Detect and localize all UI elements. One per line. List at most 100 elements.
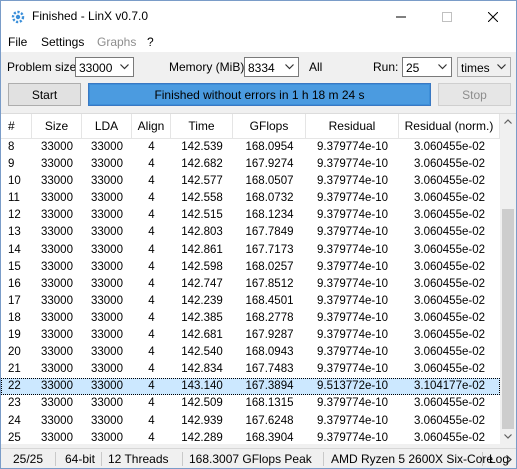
- table-row[interactable]: 20 33000 33000 4 142.540 168.0943 9.379774e-10…: [1, 344, 500, 361]
- chevron-down-icon: [120, 64, 129, 70]
- table-cell: 167.9287: [245, 329, 294, 342]
- title-bar: Finished - LinX v0.7.0: [1, 1, 516, 32]
- table-cell: 9.379774e-10: [317, 397, 388, 410]
- vertical-scrollbar[interactable]: [500, 114, 516, 444]
- close-button[interactable]: [470, 1, 516, 32]
- table-cell: 19: [8, 329, 21, 342]
- stop-button[interactable]: Stop: [438, 83, 511, 106]
- table-cell: 22: [8, 380, 21, 393]
- table-cell: 3.060455e-02: [414, 260, 485, 273]
- table-cell: 168.0954: [245, 141, 294, 153]
- table-row[interactable]: 25 33000 33000 4 142.289 168.3904 9.379774e-10…: [1, 430, 500, 444]
- table-cell: 9.379774e-10: [317, 329, 388, 342]
- table-cell: 33000: [41, 329, 73, 342]
- table-cell: 4: [148, 414, 155, 427]
- table-row[interactable]: 9 33000 33000 4 142.682 167.9274 9.379774e-10 3…: [1, 156, 500, 173]
- table-cell: 8: [8, 141, 15, 153]
- table-cell: 9.379774e-10: [317, 209, 388, 222]
- memory-select[interactable]: 8334: [244, 57, 299, 77]
- table-row[interactable]: 21 33000 33000 4 142.834 167.7483 9.379774e-10…: [1, 361, 500, 378]
- table-cell: 33000: [41, 260, 73, 273]
- linx-window: Finished - LinX v0.7.0 File Settings Gra…: [0, 0, 517, 469]
- progress-bar: Finished without errors in 1 h 18 m 24 s: [88, 83, 431, 106]
- column-header[interactable]: Time: [171, 114, 233, 138]
- chevron-right-icon[interactable]: [506, 455, 512, 464]
- table-cell: 4: [148, 294, 155, 307]
- table-cell: 9.379774e-10: [317, 260, 388, 273]
- run-unit-select[interactable]: times: [457, 57, 511, 77]
- status-text: Finished without errors in 1 h 18 m 24 s: [154, 87, 365, 102]
- table-row[interactable]: 14 33000 33000 4 142.861 167.7173 9.379774e-10…: [1, 242, 500, 259]
- table-row[interactable]: 22 33000 33000 4 143.140 167.3894 9.513772e-10…: [1, 378, 500, 396]
- cpu-name: AMD Ryzen 5 2600X Six-Core: [331, 452, 494, 466]
- menu-file[interactable]: File: [8, 35, 27, 49]
- scroll-up-icon[interactable]: [504, 119, 512, 124]
- table-cell: 33000: [41, 192, 73, 205]
- table-cell: 3.060455e-02: [414, 226, 485, 239]
- table-row[interactable]: 15 33000 33000 4 142.598 168.0257 9.379774e-10…: [1, 259, 500, 276]
- table-cell: 33000: [41, 243, 73, 256]
- table-cell: 3.060455e-02: [414, 311, 485, 324]
- table-cell: 142.515: [181, 209, 223, 222]
- gear-icon: [11, 10, 25, 24]
- table-row[interactable]: 19 33000 33000 4 142.681 167.9287 9.379774e-10…: [1, 327, 500, 344]
- table-cell: 15: [8, 260, 21, 273]
- table-row[interactable]: 12 33000 33000 4 142.515 168.1234 9.379774e-10…: [1, 207, 500, 224]
- column-header[interactable]: Size: [32, 114, 82, 138]
- all-memory-link[interactable]: All: [309, 60, 322, 74]
- column-header[interactable]: Residual (norm.): [399, 114, 500, 138]
- menu-graphs[interactable]: Graphs: [97, 35, 136, 49]
- table-cell: 16: [8, 277, 21, 290]
- table-cell: 9.379774e-10: [317, 192, 388, 205]
- column-header[interactable]: Residual: [306, 114, 399, 138]
- table-cell: 9.379774e-10: [317, 158, 388, 171]
- table-row[interactable]: 17 33000 33000 4 142.239 168.4501 9.379774e-10…: [1, 293, 500, 310]
- table-cell: 25: [8, 431, 21, 444]
- column-header[interactable]: Align: [132, 114, 171, 138]
- column-header[interactable]: #: [1, 114, 32, 138]
- table-row[interactable]: 16 33000 33000 4 142.747 167.8512 9.379774e-10…: [1, 276, 500, 293]
- column-header[interactable]: GFlops: [233, 114, 306, 138]
- table-row[interactable]: 23 33000 33000 4 142.509 168.1315 9.379774e-10…: [1, 395, 500, 412]
- table-cell: 3.060455e-02: [414, 431, 485, 444]
- table-row[interactable]: 24 33000 33000 4 142.939 167.6248 9.379774e-10…: [1, 413, 500, 430]
- table-cell: 24: [8, 414, 21, 427]
- chevron-down-icon: [497, 64, 506, 70]
- table-cell: 33000: [91, 209, 123, 222]
- table-cell: 33000: [41, 311, 73, 324]
- table-cell: 33000: [91, 363, 123, 376]
- table-cell: 3.104177e-02: [414, 380, 485, 393]
- scroll-thumb[interactable]: [502, 209, 514, 429]
- table-row[interactable]: 10 33000 33000 4 142.577 168.0507 9.379774e-10…: [1, 173, 500, 190]
- column-header[interactable]: LDA: [82, 114, 132, 138]
- menu-settings[interactable]: Settings: [41, 35, 84, 49]
- table-cell: 143.140: [181, 380, 223, 393]
- problem-size-select[interactable]: 33000: [75, 57, 134, 77]
- table-cell: 33000: [41, 397, 73, 410]
- table-cell: 142.682: [181, 158, 223, 171]
- table-row[interactable]: 18 33000 33000 4 142.385 168.2778 9.379774e-10…: [1, 310, 500, 327]
- table-cell: 4: [148, 226, 155, 239]
- table-row[interactable]: 13 33000 33000 4 142.803 167.7849 9.379774e-10…: [1, 224, 500, 241]
- run-count-select[interactable]: 25: [402, 57, 452, 77]
- table-cell: 10: [8, 175, 21, 188]
- divider: [323, 452, 324, 466]
- table-cell: 20: [8, 346, 21, 359]
- table-row[interactable]: 8 33000 33000 4 142.539 168.0954 9.379774e-10 3…: [1, 139, 500, 156]
- table-cell: 18: [8, 311, 21, 324]
- table-cell: 142.803: [181, 226, 223, 239]
- table-cell: 33000: [41, 431, 73, 444]
- table-cell: 168.2778: [245, 311, 294, 324]
- menu-bar: File Settings Graphs ?: [1, 32, 516, 52]
- minimize-button[interactable]: [378, 1, 424, 32]
- table-cell: 13: [8, 226, 21, 239]
- table-row[interactable]: 11 33000 33000 4 142.558 168.0732 9.379774e-10…: [1, 190, 500, 207]
- menu-help[interactable]: ?: [147, 35, 154, 49]
- table-cell: 9.379774e-10: [317, 294, 388, 307]
- table-cell: 3.060455e-02: [414, 397, 485, 410]
- table-cell: 9: [8, 158, 15, 171]
- table-cell: 4: [148, 380, 155, 393]
- scroll-down-icon[interactable]: [504, 434, 512, 439]
- start-button[interactable]: Start: [8, 83, 81, 106]
- table-cell: 9.379774e-10: [317, 141, 388, 153]
